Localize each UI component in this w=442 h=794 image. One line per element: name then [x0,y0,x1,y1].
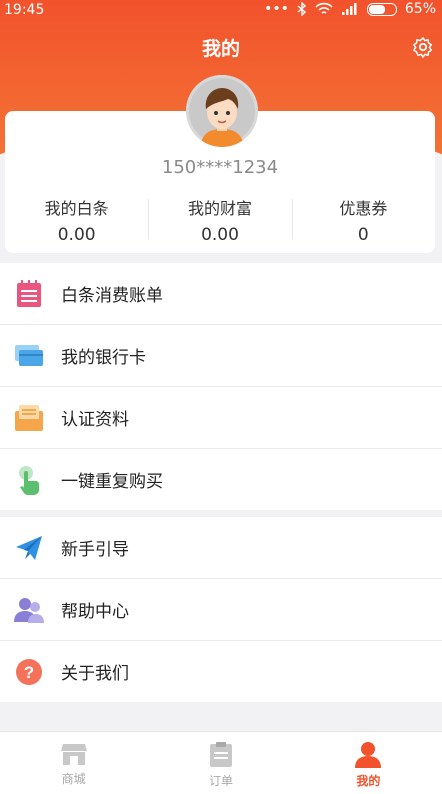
wifi-icon [315,2,333,14]
menu-label: 一键重复购买 [61,472,163,492]
menu-item-bill[interactable]: 白条消费账单 [0,263,442,325]
menu-label: 新手引导 [61,540,129,560]
avatar-image [189,78,255,147]
svg-text:?: ? [24,663,34,682]
stat-baitiao[interactable]: 我的白条 0.00 [5,195,148,245]
tab-orders[interactable]: 订单 [147,732,294,794]
phone-number: 150****1234 [161,157,279,178]
menu-label: 白条消费账单 [61,286,163,306]
menu-item-guide[interactable]: 新手引导 [0,517,442,579]
page-title: 我的 [201,38,240,60]
stat-label: 我的财富 [187,199,252,218]
order-icon [209,742,232,767]
menu-item-help[interactable]: 帮助中心 [0,579,442,641]
tab-label: 商城 [61,772,86,786]
stat-wealth[interactable]: 我的财富 0.00 [148,195,291,245]
stat-value: 0.00 [57,225,96,245]
stat-label: 优惠券 [339,199,388,218]
menu-label: 帮助中心 [61,602,129,622]
status-time: 19:45 [4,2,45,18]
menu-item-repurchase[interactable]: 一键重复购买 [0,449,442,510]
bill-icon [14,279,44,309]
paper-plane-icon [14,533,44,563]
menu-group-1: 白条消费账单 我的银行卡 认证资料 一键重复购买 [0,263,442,510]
dots-icon: ••• [264,1,289,17]
bottom-tab-bar: 商城 订单 我的 [0,731,442,794]
battery-level: 65% [404,1,436,17]
menu-group-2: 新手引导 帮助中心 ? 关于我们 [0,517,442,702]
store-icon [60,744,87,765]
stat-label: 我的白条 [44,199,109,218]
tab-mine[interactable]: 我的 [295,732,442,794]
tap-icon [14,465,44,495]
status-right: ••• 65% [264,1,436,17]
tab-mall[interactable]: 商城 [0,732,147,794]
bluetooth-icon [297,2,306,16]
tab-label: 我的 [356,774,381,788]
menu-item-documents[interactable]: 认证资料 [0,387,442,449]
user-icon [355,742,382,768]
stat-coupons[interactable]: 优惠券 0 [291,195,435,245]
stats-row: 我的白条 0.00 我的财富 0.00 优惠券 0 [5,195,435,245]
menu-label: 认证资料 [61,410,129,430]
users-icon [14,595,44,625]
battery-icon [366,2,397,16]
stat-value: 0.00 [201,225,239,245]
menu-item-bank-card[interactable]: 我的银行卡 [0,325,442,387]
signal-icon [341,3,357,15]
menu-label: 我的银行卡 [61,348,146,368]
question-icon: ? [14,657,44,687]
status-bar: 19:45 ••• 65% [0,0,442,22]
bank-card-icon [14,341,44,371]
stat-value: 0 [357,225,369,245]
gear-icon[interactable] [412,36,434,58]
menu-label: 关于我们 [61,664,129,684]
tab-label: 订单 [208,774,233,788]
document-icon [14,403,44,433]
menu-item-about[interactable]: ? 关于我们 [0,641,442,702]
avatar[interactable] [186,75,258,147]
